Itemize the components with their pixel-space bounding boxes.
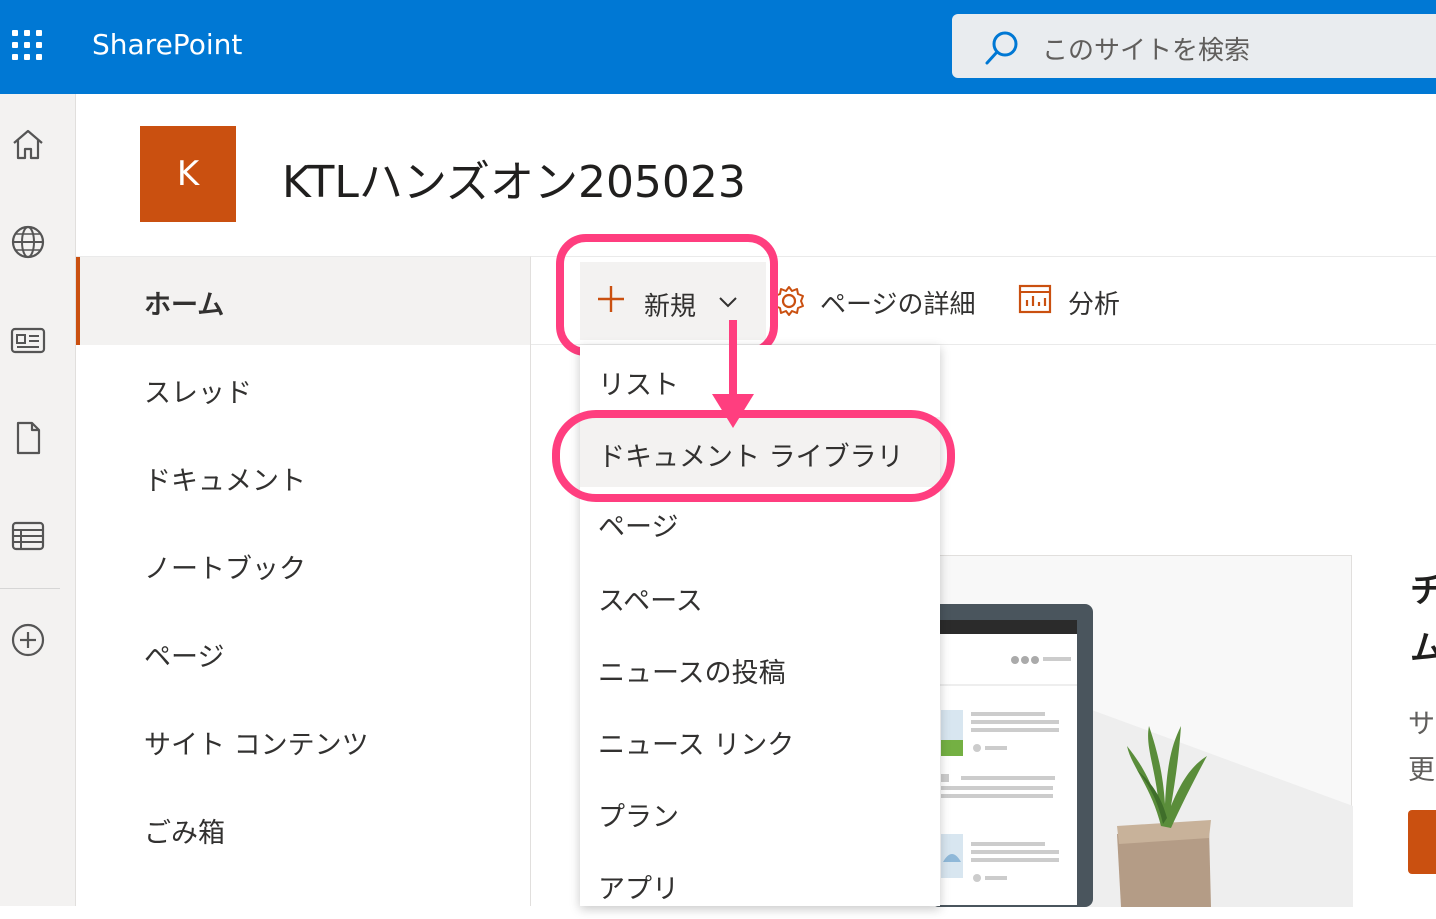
menu-item-plan[interactable]: プラン	[580, 777, 940, 847]
nav-item-label: サイト コンテンツ	[144, 730, 369, 761]
hero-illustration	[930, 555, 1353, 907]
nav-item-label: ページ	[144, 642, 225, 673]
nav-item-label: ホーム	[144, 290, 225, 321]
nav-item-label: ごみ箱	[144, 818, 225, 849]
new-menu: リスト ドキュメント ライブラリ ページ スペース ニュースの投稿 ニュース リ…	[580, 345, 940, 906]
plus-icon	[598, 286, 624, 312]
nav-item-label: ドキュメント	[144, 466, 306, 497]
menu-item-label: ニュース リンク	[598, 730, 795, 761]
menu-item-label: スペース	[598, 586, 703, 617]
menu-item-label: アプリ	[598, 874, 679, 905]
menu-item-label: リスト	[598, 370, 679, 401]
nav-item-threads[interactable]: スレッド	[76, 345, 530, 433]
analytics-button[interactable]: 分析	[1018, 270, 1128, 330]
app-rail	[0, 94, 76, 906]
add-circle-icon[interactable]	[8, 620, 48, 660]
nav-item-recycle-bin[interactable]: ごみ箱	[76, 785, 530, 873]
site-title[interactable]: KTLハンズオン205023	[282, 146, 746, 210]
nav-item-home[interactable]: ホーム	[76, 257, 530, 345]
hero-action-button[interactable]	[1408, 810, 1436, 874]
page-details-button[interactable]: ページの詳細	[772, 270, 992, 330]
suite-header: SharePoint このサイトを検索	[0, 0, 1436, 94]
app-launcher-icon[interactable]	[10, 28, 44, 62]
globe-icon[interactable]	[8, 222, 48, 262]
menu-item-label: ドキュメント ライブラリ	[598, 442, 904, 473]
home-icon[interactable]	[8, 124, 48, 164]
nav-item-label: ノートブック	[144, 554, 306, 585]
menu-item-document-library[interactable]: ドキュメント ライブラリ	[580, 417, 940, 487]
left-navigation: ホーム スレッド ドキュメント ノートブック ページ サイト コンテンツ ごみ箱	[76, 256, 531, 906]
annotation-arrow-icon	[712, 320, 754, 428]
analytics-icon	[1018, 284, 1052, 314]
nav-item-site-contents[interactable]: サイト コンテンツ	[76, 697, 530, 785]
file-icon[interactable]	[8, 418, 48, 458]
menu-item-label: プラン	[598, 802, 679, 833]
site-logo[interactable]: K	[140, 126, 236, 222]
search-placeholder: このサイトを検索	[1042, 36, 1251, 66]
menu-item-news-post[interactable]: ニュースの投稿	[580, 633, 940, 703]
gear-icon	[774, 286, 804, 316]
hero-description: サ 更	[1408, 709, 1435, 786]
illustration-image	[931, 604, 1353, 907]
nav-item-notebook[interactable]: ノートブック	[76, 521, 530, 609]
nav-item-label: スレッド	[144, 378, 252, 409]
search-box[interactable]: このサイトを検索	[952, 14, 1436, 78]
nav-item-documents[interactable]: ドキュメント	[76, 433, 530, 521]
nav-item-pages[interactable]: ページ	[76, 609, 530, 697]
list-icon[interactable]	[8, 516, 48, 556]
menu-item-news-link[interactable]: ニュース リンク	[580, 705, 940, 775]
news-icon[interactable]	[8, 320, 48, 360]
app-name[interactable]: SharePoint	[92, 28, 242, 61]
menu-item-list[interactable]: リスト	[580, 345, 940, 415]
chevron-down-icon	[719, 297, 737, 308]
menu-item-label: ニュースの投稿	[598, 658, 786, 689]
search-icon	[985, 31, 1018, 65]
menu-item-app[interactable]: アプリ	[580, 849, 940, 919]
menu-item-space[interactable]: スペース	[580, 561, 940, 631]
menu-item-label: ページ	[598, 512, 679, 543]
rail-divider	[0, 588, 60, 589]
menu-item-page[interactable]: ページ	[580, 487, 940, 557]
page-details-label: ページの詳細	[820, 290, 976, 320]
new-button-label: 新規	[644, 292, 697, 322]
analytics-label: 分析	[1068, 290, 1121, 320]
hero-title: チ ム	[1410, 571, 1436, 669]
